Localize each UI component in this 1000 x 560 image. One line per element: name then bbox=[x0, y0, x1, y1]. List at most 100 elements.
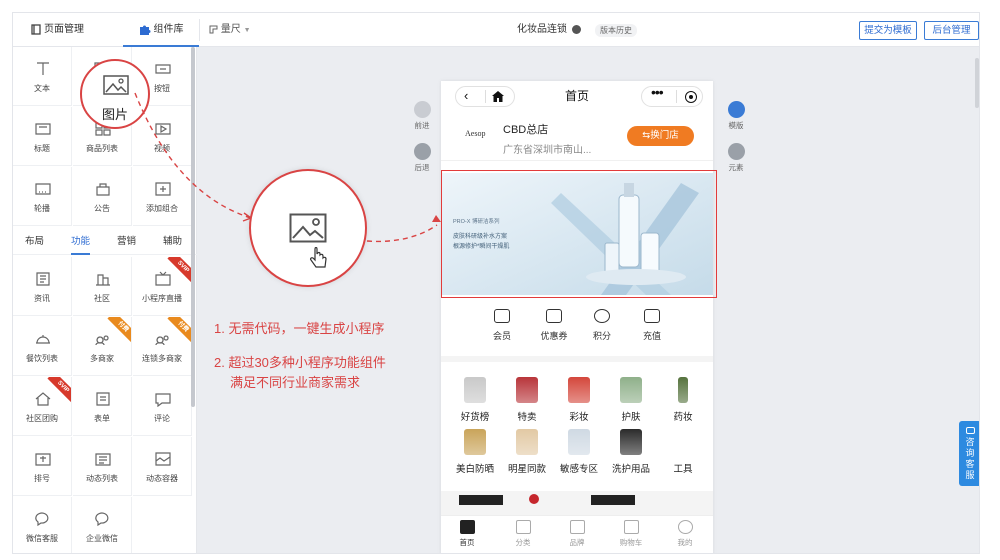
queue-icon bbox=[35, 453, 51, 466]
close-icon[interactable] bbox=[685, 91, 697, 103]
quick-entry-2[interactable]: 积分 bbox=[577, 306, 627, 342]
tab-1[interactable]: 分类 bbox=[503, 520, 543, 548]
tab-4[interactable]: 我的 bbox=[665, 520, 705, 548]
category-item[interactable]: 护肤 bbox=[605, 377, 657, 423]
undo-icon bbox=[413, 143, 431, 160]
element-button[interactable]: 元素 bbox=[721, 143, 751, 173]
tab-page-management[interactable]: 页面管理 bbox=[31, 13, 84, 47]
subtab-2[interactable]: 营销 bbox=[117, 229, 136, 255]
phone-preview: ‹ 首页 ••• Aesop CBD总店 广东省深圳市南山... ⇆换门店 PR… bbox=[441, 81, 713, 553]
category-label: 敏感专区 bbox=[559, 464, 598, 475]
subtab-3[interactable]: 辅助 bbox=[163, 229, 182, 255]
template-button[interactable]: 模版 bbox=[721, 101, 751, 131]
component-notice[interactable]: 公告 bbox=[73, 167, 132, 226]
redo-icon bbox=[413, 101, 431, 118]
image-component-drag-preview bbox=[249, 169, 367, 287]
component-wecom[interactable]: 企业微信 bbox=[73, 497, 132, 553]
component-form[interactable]: 表单 bbox=[73, 377, 132, 436]
component-chain-merchant[interactable]: 连锁多商家 付费 bbox=[133, 317, 192, 376]
puzzle-icon bbox=[139, 25, 150, 35]
category-item[interactable]: 工具 bbox=[657, 429, 709, 475]
component-label: 文本 bbox=[34, 84, 50, 93]
carousel-icon bbox=[35, 183, 51, 195]
component-add-combo[interactable]: 添加组合 bbox=[133, 167, 192, 226]
page-icon bbox=[31, 24, 41, 35]
component-title[interactable]: 标题 bbox=[13, 107, 72, 166]
tab-2[interactable]: 品牌 bbox=[557, 520, 597, 548]
quick-entry-label: 充值 bbox=[642, 331, 661, 341]
version-history-button[interactable]: 版本历史 bbox=[595, 24, 637, 37]
quick-entry-3[interactable]: 充值 bbox=[627, 306, 677, 342]
element-label: 元素 bbox=[728, 163, 744, 172]
tab-3[interactable]: 购物车 bbox=[611, 520, 651, 548]
component-multi-merchant[interactable]: 多商家 付费 bbox=[73, 317, 132, 376]
category-label: 好货榜 bbox=[460, 412, 490, 423]
category-label: 药妆 bbox=[673, 412, 693, 423]
category-item[interactable]: 洗护用品 bbox=[605, 429, 657, 475]
category-label: 洗护用品 bbox=[611, 464, 650, 475]
component-dynamic-list[interactable]: 动态列表 bbox=[73, 437, 132, 496]
component-label: 动态列表 bbox=[86, 474, 118, 483]
live-icon bbox=[155, 271, 171, 286]
comment-icon bbox=[155, 393, 171, 407]
component-comment[interactable]: 评论 bbox=[133, 377, 192, 436]
category-product-image bbox=[568, 377, 590, 403]
category-item[interactable]: 药妆 bbox=[657, 377, 709, 423]
category-item[interactable]: 敏感专区 bbox=[553, 429, 605, 475]
customer-service-button[interactable]: 咨询客服 bbox=[959, 421, 979, 486]
tab-0[interactable]: 首页 bbox=[447, 520, 487, 548]
component-dynamic-container[interactable]: 动态容器 bbox=[133, 437, 192, 496]
category-item[interactable]: 特卖 bbox=[501, 377, 553, 423]
category-item[interactable]: 彩妆 bbox=[553, 377, 605, 423]
edit-icon[interactable] bbox=[571, 24, 581, 34]
component-label: 社区 bbox=[94, 294, 110, 303]
category-item[interactable]: 明星同款 bbox=[501, 429, 553, 475]
store-name[interactable]: 化妆品连锁 bbox=[517, 13, 581, 47]
grid-icon bbox=[727, 101, 745, 118]
submit-template-button[interactable]: 提交为模板 bbox=[859, 21, 917, 40]
wecom-icon bbox=[95, 512, 109, 527]
category-label: 明星同款 bbox=[507, 464, 546, 475]
component-group-buy[interactable]: 社区团购 SVIP bbox=[13, 377, 72, 436]
sidebar-scrollbar[interactable] bbox=[191, 47, 195, 407]
brand-logo: Aesop bbox=[465, 129, 486, 138]
canvas-scrollbar[interactable] bbox=[975, 58, 979, 108]
component-text[interactable]: 文本 bbox=[13, 47, 72, 106]
component-news[interactable]: 资讯 bbox=[13, 257, 72, 316]
annotation-point-2-continued: 满足不同行业商家需求 bbox=[230, 375, 361, 390]
more-icon[interactable]: ••• bbox=[651, 84, 664, 100]
quick-entry-1[interactable]: 优惠券 bbox=[529, 306, 579, 342]
component-dining[interactable]: 餐饮列表 bbox=[13, 317, 72, 376]
switch-store-button[interactable]: ⇆换门店 bbox=[627, 126, 694, 146]
category-product-image bbox=[678, 377, 688, 403]
image-component-label: 图片 bbox=[101, 107, 128, 122]
image-component-highlight[interactable]: 图片 bbox=[80, 59, 150, 129]
component-label: 企业微信 bbox=[86, 534, 118, 543]
category-item[interactable]: 美白防晒 bbox=[449, 429, 501, 475]
add-combo-icon bbox=[155, 182, 171, 196]
template-label: 模版 bbox=[728, 121, 744, 130]
component-label: 餐饮列表 bbox=[26, 354, 58, 363]
component-live[interactable]: 小程序直播 SVIP bbox=[133, 257, 192, 316]
quick-entry-label: 优惠券 bbox=[540, 331, 568, 341]
component-carousel[interactable]: 轮播 bbox=[13, 167, 72, 226]
subtab-0[interactable]: 布局 bbox=[25, 229, 44, 255]
tab-component-library[interactable]: 组件库 bbox=[123, 13, 199, 47]
category-item[interactable]: 好货榜 bbox=[449, 377, 501, 423]
component-community[interactable]: 社区 bbox=[73, 257, 132, 316]
subtab-1[interactable]: 功能 bbox=[71, 229, 91, 255]
component-wechat-service[interactable]: 微信客服 bbox=[13, 497, 72, 553]
ruler-toggle[interactable]: 量尺 ▼ bbox=[209, 13, 251, 47]
category-label: 工具 bbox=[673, 464, 693, 475]
banner-highlight-box bbox=[441, 170, 717, 298]
forward-button[interactable]: 前进 bbox=[407, 101, 437, 131]
quick-entry-label: 积分 bbox=[592, 331, 611, 341]
admin-button[interactable]: 后台管理 bbox=[924, 21, 979, 40]
back-button[interactable]: 后退 bbox=[407, 143, 437, 173]
store-name-label: 化妆品连锁 bbox=[517, 24, 567, 35]
news-icon bbox=[36, 272, 50, 286]
quick-entry-0[interactable]: 会员 bbox=[477, 306, 527, 342]
component-category-tabs: 布局 功能 营销 辅助 bbox=[13, 229, 197, 255]
category-product-image bbox=[568, 429, 590, 455]
component-queue[interactable]: 排号 bbox=[13, 437, 72, 496]
